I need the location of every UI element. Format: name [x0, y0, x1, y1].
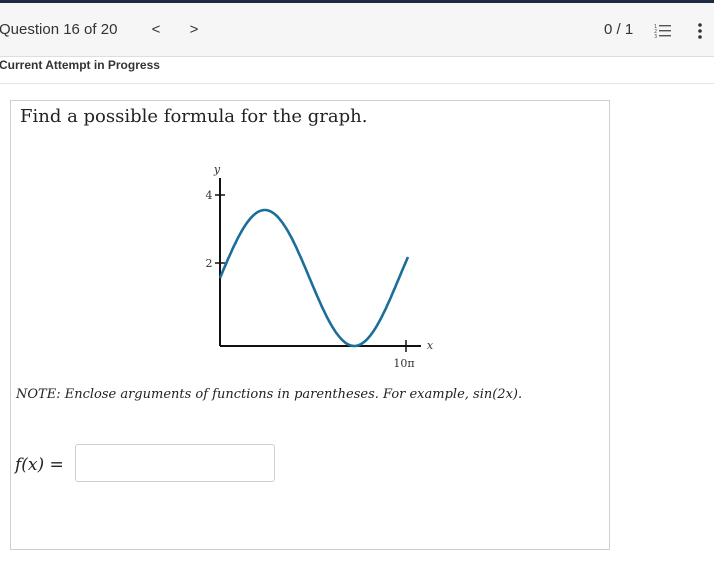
question-header: Question 16 of 20 < > 0 / 1 1 2 3 — [0, 3, 714, 57]
sine-curve — [218, 208, 410, 348]
y-tick-label: 4 — [206, 189, 213, 202]
question-panel: Find a possible formula for the graph. y… — [10, 100, 610, 550]
list-icon[interactable]: 1 2 3 — [654, 23, 672, 39]
vertical-ellipsis-icon[interactable] — [693, 21, 707, 41]
svg-text:3: 3 — [654, 34, 657, 39]
previous-question-button[interactable]: < — [144, 17, 168, 41]
question-prompt: Find a possible formula for the graph. — [20, 106, 368, 127]
next-question-button[interactable]: > — [182, 17, 206, 41]
y-axis-label: y — [213, 163, 221, 176]
note-text: NOTE: Enclose arguments of functions in … — [16, 387, 523, 402]
x-axis-label: x — [427, 339, 434, 352]
question-counter: Question 16 of 20 — [0, 21, 118, 38]
answer-label: f(x) = — [15, 455, 64, 475]
chevron-right-icon: > — [189, 20, 199, 38]
function-graph: y 4 2 x 10π — [206, 163, 434, 370]
answer-input[interactable] — [75, 444, 275, 482]
y-tick-label: 2 — [206, 257, 213, 270]
x-tick-label: 10π — [393, 357, 414, 370]
chevron-left-icon: < — [151, 20, 161, 38]
score-display: 0 / 1 — [604, 21, 634, 38]
divider — [0, 83, 714, 84]
attempt-status: Current Attempt in Progress — [0, 58, 160, 72]
